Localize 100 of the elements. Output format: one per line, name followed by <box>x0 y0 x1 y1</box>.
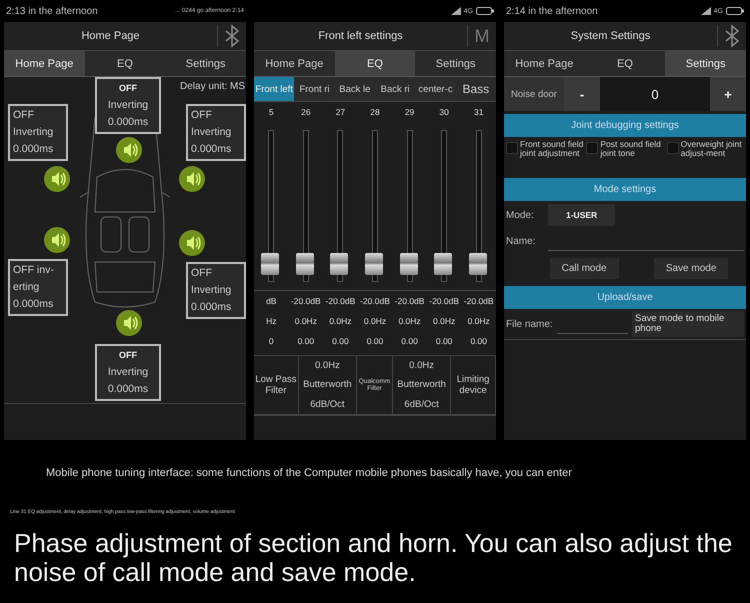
speaker-settings-box[interactable]: OFF inv- erting 0.000ms <box>8 259 68 316</box>
filter-setting[interactable]: 6dB/Oct <box>298 398 356 410</box>
delay-unit-label: Delay unit: MS <box>180 81 246 92</box>
band-value: -20.0dB <box>462 295 495 308</box>
screen-title: Front left settings <box>317 30 404 42</box>
tab[interactable]: Settings <box>665 51 746 76</box>
screen-title: Home Page <box>80 30 141 42</box>
band-value: 0.0Hz <box>397 315 422 328</box>
mode-button[interactable]: Call mode <box>550 258 619 278</box>
channel-tab[interactable]: center-c <box>415 77 456 101</box>
band-number: 31 <box>472 106 484 119</box>
band-value: -20.0dB <box>394 295 426 308</box>
noise-door-value: 0 <box>651 86 659 102</box>
tab[interactable]: EQ <box>584 51 666 76</box>
checkbox[interactable] <box>666 142 679 154</box>
slider-thumb[interactable] <box>364 252 383 275</box>
checkbox[interactable] <box>506 142 518 154</box>
signal-icon <box>700 7 711 15</box>
tab[interactable]: Settings <box>165 51 246 76</box>
tab[interactable]: EQ <box>84 51 166 76</box>
checkbox[interactable] <box>586 142 598 154</box>
checkbox-label: Overweight joint adjust-ment <box>680 140 743 158</box>
battery-icon <box>726 7 744 15</box>
section-header: Upload/save <box>504 286 746 309</box>
channel-tab[interactable]: Front left <box>254 77 294 101</box>
band-value: -20.0dB <box>359 295 391 308</box>
filter-label: Limiting device <box>456 374 490 396</box>
channel-tab[interactable]: Back ri <box>374 77 416 101</box>
mode-dropdown[interactable]: 1-USER <box>548 204 616 226</box>
speaker-settings-box[interactable]: OFF Inverting 0.000ms <box>186 262 246 319</box>
tab[interactable]: EQ <box>334 51 416 76</box>
band-value: 0.0Hz <box>362 315 388 328</box>
filter-setting[interactable]: 6dB/Oct <box>393 398 450 410</box>
battery-icon <box>476 7 494 15</box>
speaker-icon <box>44 227 70 253</box>
speaker-icon <box>116 137 142 163</box>
noise-door-label: Noise door <box>511 88 557 100</box>
band-number: 26 <box>300 106 312 119</box>
caption-heading: Phase adjustment of section and horn. You can also adjust the noise of call mode and save mode. <box>13 529 734 587</box>
channel-tab[interactable]: Back le <box>334 77 375 101</box>
channel-tab[interactable]: Front ri <box>294 77 335 101</box>
band-number: 29 <box>404 106 416 119</box>
tab[interactable]: Home Page <box>504 51 585 76</box>
band-value: 0.00 <box>296 335 316 348</box>
band-number: 30 <box>438 106 450 119</box>
name-label: Name: <box>506 236 536 246</box>
section-header: Mode settings <box>504 178 746 201</box>
slider-thumb[interactable] <box>400 252 418 275</box>
band-value: 0.0Hz <box>328 315 353 328</box>
band-value: Hz <box>265 315 278 328</box>
slider-thumb[interactable] <box>434 252 452 275</box>
band-number: 28 <box>369 106 381 119</box>
filter-setting[interactable]: 0.0Hz <box>393 360 450 372</box>
screen-title: System Settings <box>570 30 652 42</box>
mode-button[interactable]: M <box>467 25 496 47</box>
filter-setting[interactable]: 0.0Hz <box>298 360 356 372</box>
slider-thumb[interactable] <box>261 252 280 275</box>
band-value: 0.00 <box>400 335 419 348</box>
speaker-icon <box>179 166 205 192</box>
slider-thumb[interactable] <box>296 252 314 275</box>
speaker-settings-box[interactable]: OFF Inverting 0.000ms <box>95 344 161 401</box>
speaker-icon <box>44 166 70 192</box>
band-value: 0.00 <box>434 335 454 348</box>
slider-thumb[interactable] <box>330 252 348 275</box>
tab[interactable]: Home Page <box>4 51 85 76</box>
band-value: 0.00 <box>366 335 384 348</box>
filter-label: Low Pass Filter <box>254 374 298 396</box>
speaker-settings-box[interactable]: OFF Inverting 0.000ms <box>8 104 68 161</box>
file-name-label: File name: <box>506 318 553 330</box>
band-value: 0.0Hz <box>466 315 491 328</box>
status-time: 2:14 in the afternoon <box>506 6 598 16</box>
save-to-phone-button[interactable]: Save mode to mobile phone <box>632 311 744 337</box>
band-value: 0.00 <box>469 335 488 348</box>
band-value: 0.0Hz <box>432 315 456 328</box>
band-value: -20.0dB <box>428 295 460 308</box>
checkbox-label: Post sound field joint tone <box>600 140 662 158</box>
checkbox-label: Front sound field joint adjustment <box>520 140 584 158</box>
band-value: -20.0dB <box>290 295 322 308</box>
section-header: Joint debugging settings <box>504 114 746 137</box>
filter-setting[interactable]: Butterworth <box>298 379 356 390</box>
slider-thumb[interactable] <box>468 252 487 275</box>
band-value: 0 <box>268 335 275 348</box>
speaker-settings-box[interactable]: OFF Inverting 0.000ms <box>95 77 161 134</box>
mode-button[interactable]: Save mode <box>654 258 728 278</box>
tab[interactable]: Home Page <box>254 51 335 76</box>
band-value: 0.00 <box>331 335 350 348</box>
band-value: 0.0Hz <box>294 315 318 328</box>
plus-button[interactable]: + <box>710 77 746 111</box>
speaker-icon <box>179 230 205 256</box>
minus-button[interactable]: - <box>564 77 600 111</box>
caption-text: Mobile phone tuning interface: some functions of the Computer mobile phones basically have, you can enter <box>46 467 573 479</box>
filter-setting[interactable]: Butterworth <box>393 379 450 390</box>
band-number: 5 <box>268 106 275 119</box>
band-value: dB <box>265 295 278 308</box>
tab[interactable]: Settings <box>415 51 496 76</box>
mode-label: Mode: <box>506 210 535 220</box>
speaker-settings-box[interactable]: OFF Inverting 0.000ms <box>186 104 246 161</box>
band-value: -20.0dB <box>324 295 356 308</box>
channel-tab[interactable]: Bass <box>456 77 496 101</box>
speaker-icon <box>116 310 142 336</box>
